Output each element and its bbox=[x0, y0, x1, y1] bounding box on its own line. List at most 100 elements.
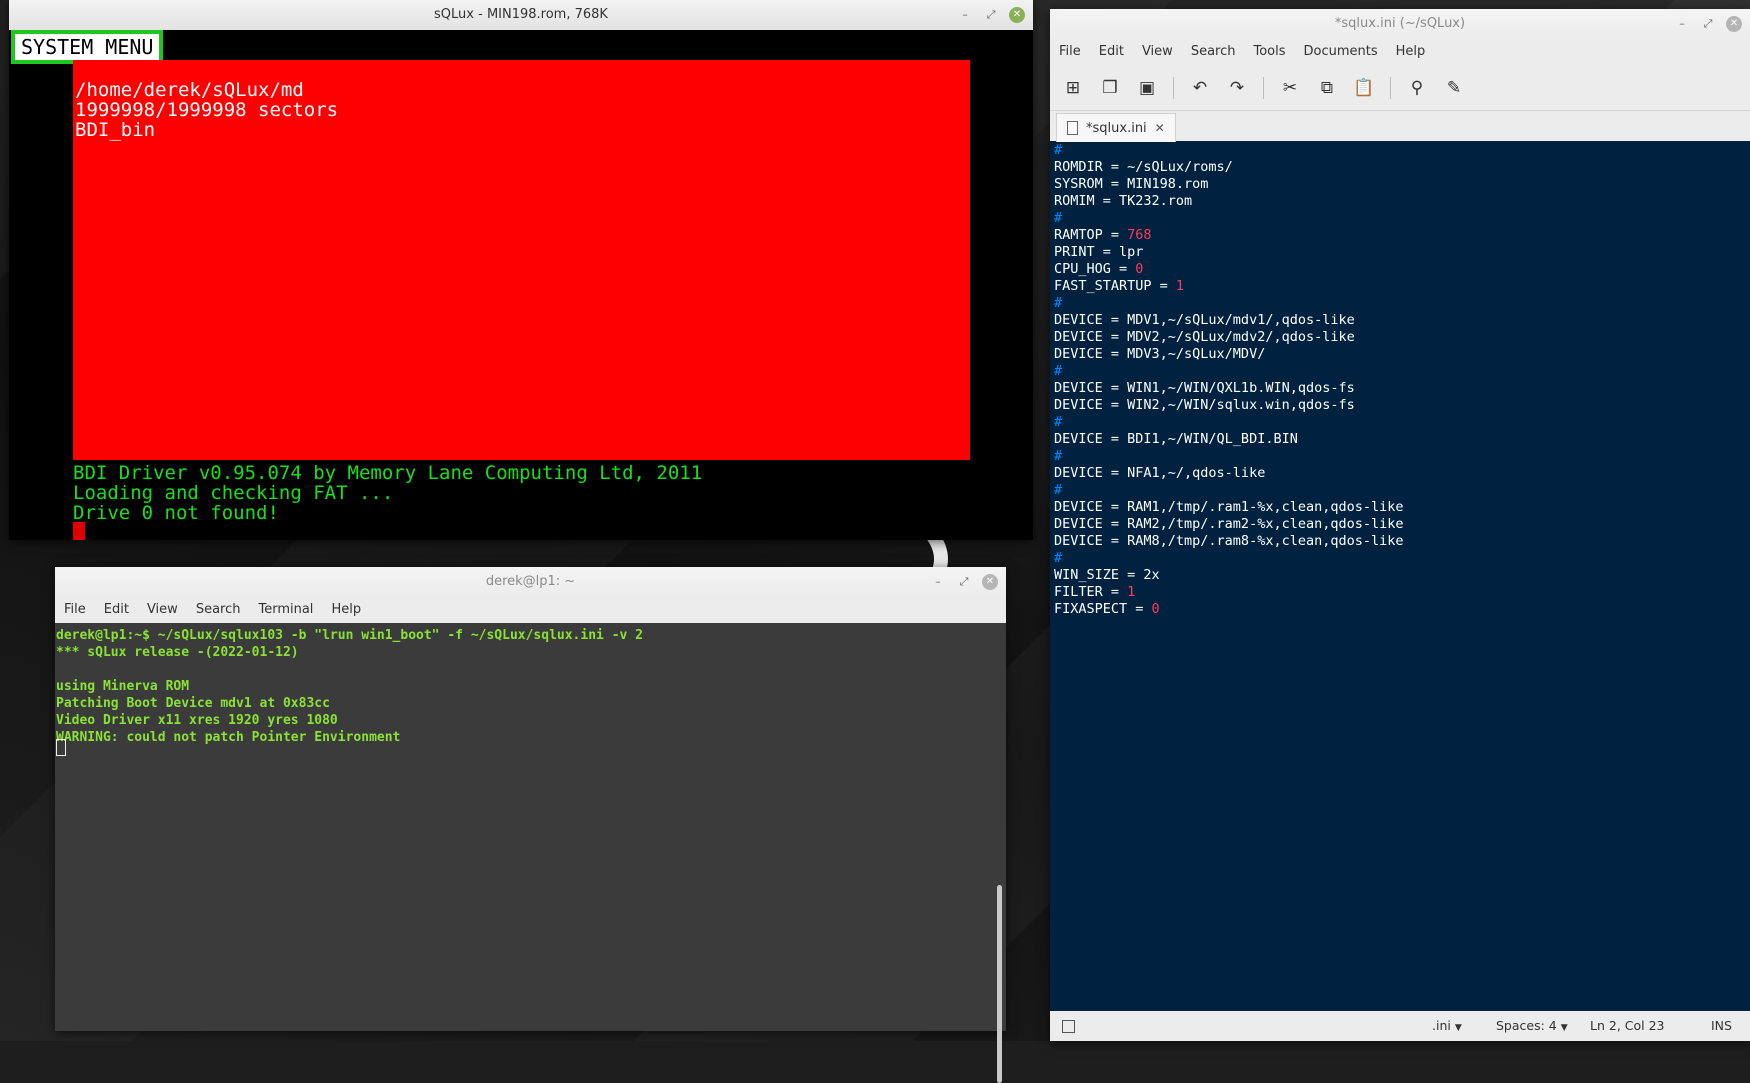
code-number: 1 bbox=[1127, 584, 1136, 600]
code-comment: # bbox=[1054, 363, 1063, 379]
copy-icon[interactable]: ⧉ bbox=[1316, 77, 1338, 99]
close-icon[interactable]: ✕ bbox=[982, 574, 998, 590]
minimize-icon[interactable]: – bbox=[930, 574, 946, 590]
ql-red-window: /home/derek/sQLux/md 1999998/1999998 sec… bbox=[73, 60, 970, 460]
code-line: DEVICE = MDV3,~/sQLux/MDV/ bbox=[1054, 346, 1404, 363]
redo-icon[interactable]: ↷ bbox=[1226, 77, 1248, 99]
language-selector[interactable]: .ini ▼ bbox=[1432, 1011, 1462, 1043]
code-text: FIXASPECT = bbox=[1054, 601, 1152, 617]
cursor-position: Ln 2, Col 23 bbox=[1590, 1018, 1665, 1033]
toolbar-separator bbox=[1173, 76, 1174, 99]
maximize-icon[interactable]: ⤢ bbox=[983, 7, 999, 23]
menu-file[interactable]: File bbox=[55, 597, 95, 623]
new-document-icon[interactable]: ⊞ bbox=[1062, 77, 1084, 99]
code-text: DEVICE = RAM2,/tmp/.ram2-%x,clean,qdos-l… bbox=[1054, 516, 1404, 532]
side-panel-icon[interactable] bbox=[1062, 1020, 1075, 1033]
cut-icon[interactable]: ✂ bbox=[1279, 77, 1301, 99]
editor-titlebar[interactable]: *sqlux.ini (~/sQLux) – ⤢ ✕ bbox=[1050, 9, 1750, 39]
tab-close-icon[interactable]: ✕ bbox=[1155, 121, 1165, 135]
undo-icon[interactable]: ↶ bbox=[1189, 77, 1211, 99]
menu-search[interactable]: Search bbox=[187, 597, 250, 623]
menu-help[interactable]: Help bbox=[1387, 39, 1435, 65]
code-text: DEVICE = RAM8,/tmp/.ram8-%x,clean,qdos-l… bbox=[1054, 533, 1404, 549]
code-text: DEVICE = MDV2,~/sQLux/mdv2/,qdos-like bbox=[1054, 329, 1355, 345]
sqlux-titlebar[interactable]: sQLux - MIN198.rom, 768K – ⤢ ✕ bbox=[9, 0, 1033, 30]
editor-menubar: File Edit View Search Tools Documents He… bbox=[1050, 39, 1750, 65]
code-text: FAST_STARTUP = bbox=[1054, 278, 1176, 294]
code-line: DEVICE = MDV1,~/sQLux/mdv1/,qdos-like bbox=[1054, 312, 1404, 329]
ql-red-window-text: /home/derek/sQLux/md 1999998/1999998 sec… bbox=[75, 79, 339, 141]
terminal-body[interactable]: derek@lp1:~$ ~/sQLux/sqlux103 -b "lrun w… bbox=[55, 623, 1006, 1083]
chevron-down-icon: ▼ bbox=[1560, 1023, 1568, 1033]
tab-label: *sqlux.ini bbox=[1086, 120, 1147, 136]
code-line: DEVICE = WIN1,~/WIN/QXL1b.WIN,qdos-fs bbox=[1054, 380, 1404, 397]
menu-view[interactable]: View bbox=[138, 597, 187, 623]
close-icon[interactable]: ✕ bbox=[1009, 7, 1025, 23]
code-text: DEVICE = BDI1,~/WIN/QL_BDI.BIN bbox=[1054, 431, 1298, 447]
terminal-menubar: File Edit View Search Terminal Help bbox=[55, 597, 1006, 623]
file-icon bbox=[1067, 121, 1078, 135]
editor-statusbar: .ini ▼ Spaces: 4 ▼ Ln 2, Col 23 INS bbox=[1050, 1011, 1750, 1041]
code-line: # bbox=[1054, 414, 1404, 431]
menu-documents[interactable]: Documents bbox=[1295, 39, 1387, 65]
code-comment: # bbox=[1054, 414, 1063, 430]
maximize-icon[interactable]: ⤢ bbox=[1700, 16, 1716, 32]
toolbar-separator bbox=[1390, 76, 1391, 99]
code-comment: # bbox=[1054, 550, 1063, 566]
code-line: DEVICE = MDV2,~/sQLux/mdv2/,qdos-like bbox=[1054, 329, 1404, 346]
code-comment: # bbox=[1054, 448, 1063, 464]
code-text: DEVICE = RAM1,/tmp/.ram1-%x,clean,qdos-l… bbox=[1054, 499, 1404, 515]
menu-help[interactable]: Help bbox=[322, 597, 370, 623]
code-number: 1 bbox=[1175, 278, 1185, 294]
code-line: ROMIM = TK232.rom bbox=[1054, 193, 1404, 210]
menu-edit[interactable]: Edit bbox=[1090, 39, 1133, 65]
code-line: DEVICE = RAM8,/tmp/.ram8-%x,clean,qdos-l… bbox=[1054, 533, 1404, 550]
menu-file[interactable]: File bbox=[1050, 39, 1090, 65]
close-icon[interactable]: ✕ bbox=[1726, 16, 1742, 32]
menu-tools[interactable]: Tools bbox=[1244, 39, 1294, 65]
editor-window-title: *sqlux.ini (~/sQLux) bbox=[1334, 16, 1466, 31]
menu-terminal[interactable]: Terminal bbox=[249, 597, 322, 623]
code-line: DEVICE = RAM2,/tmp/.ram2-%x,clean,qdos-l… bbox=[1054, 516, 1404, 533]
code-line: CPU_HOG = 0 bbox=[1054, 261, 1404, 278]
code-text: DEVICE = NFA1,~/,qdos-like bbox=[1054, 465, 1266, 481]
system-menu-button[interactable]: SYSTEM MENU bbox=[11, 30, 164, 64]
minimize-icon[interactable]: – bbox=[1674, 16, 1690, 32]
code-line: # bbox=[1054, 550, 1404, 567]
sqlux-window: sQLux - MIN198.rom, 768K – ⤢ ✕ SYSTEM ME… bbox=[9, 0, 1033, 540]
editor-text-area[interactable]: # ROMDIR = ~/sQLux/roms/SYSROM = MIN198.r… bbox=[1054, 142, 1404, 618]
ql-screen[interactable]: SYSTEM MENU /home/derek/sQLux/md 1999998… bbox=[9, 30, 1033, 540]
save-icon[interactable]: ▣ bbox=[1136, 77, 1158, 99]
code-line: FAST_STARTUP = 1 bbox=[1054, 278, 1404, 295]
terminal-titlebar[interactable]: derek@lp1: ~ – ⤢ ✕ bbox=[55, 567, 1006, 597]
minimize-icon[interactable]: – bbox=[957, 7, 973, 23]
code-text: FILTER = bbox=[1054, 584, 1128, 600]
maximize-icon[interactable]: ⤢ bbox=[956, 574, 972, 590]
paste-icon[interactable]: 📋 bbox=[1353, 77, 1375, 99]
open-document-icon[interactable]: ❐ bbox=[1099, 77, 1121, 99]
code-line: WIN_SIZE = 2x bbox=[1054, 567, 1404, 584]
chevron-down-icon: ▼ bbox=[1454, 1023, 1462, 1033]
code-comment: # bbox=[1054, 482, 1063, 498]
code-text: DEVICE = MDV3,~/sQLux/MDV/ bbox=[1054, 346, 1266, 362]
code-text: ROMIM = TK232.rom bbox=[1054, 193, 1193, 209]
code-line: FIXASPECT = 0 bbox=[1054, 601, 1404, 618]
menu-view[interactable]: View bbox=[1133, 39, 1182, 65]
code-text: CPU_HOG = bbox=[1054, 261, 1136, 277]
replace-icon[interactable]: ✎ bbox=[1443, 77, 1465, 99]
sqlux-window-title: sQLux - MIN198.rom, 768K bbox=[434, 7, 608, 22]
terminal-window-title: derek@lp1: ~ bbox=[485, 574, 576, 589]
code-text: DEVICE = MDV1,~/sQLux/mdv1/,qdos-like bbox=[1054, 312, 1355, 328]
code-text: SYSROM = MIN198.rom bbox=[1054, 176, 1209, 192]
menu-search[interactable]: Search bbox=[1182, 39, 1245, 65]
code-line: # bbox=[1054, 210, 1404, 227]
search-icon[interactable]: ⚲ bbox=[1406, 77, 1428, 99]
menu-edit[interactable]: Edit bbox=[95, 597, 138, 623]
tab-sqlux-ini[interactable]: *sqlux.ini ✕ bbox=[1056, 113, 1176, 142]
terminal-window: derek@lp1: ~ – ⤢ ✕ File Edit View Search… bbox=[55, 567, 1006, 1083]
editor-tabstrip: *sqlux.ini ✕ bbox=[1050, 111, 1750, 142]
code-number: 768 bbox=[1127, 227, 1152, 243]
terminal-scrollbar[interactable] bbox=[997, 885, 1002, 1083]
code-line: PRINT = lpr bbox=[1054, 244, 1404, 261]
indent-selector[interactable]: Spaces: 4 ▼ bbox=[1496, 1011, 1568, 1043]
